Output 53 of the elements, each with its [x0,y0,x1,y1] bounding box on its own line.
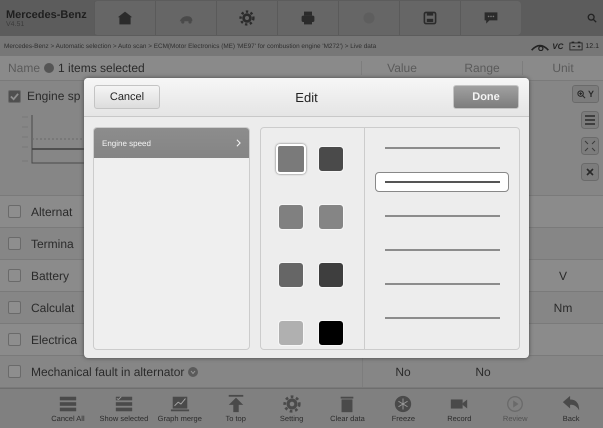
home-icon[interactable] [117,10,133,26]
printer-icon[interactable] [300,10,316,26]
app-title: Mercedes-Benz [6,8,88,20]
dialog-title: Edit [294,90,319,104]
dropdown-icon[interactable] [188,366,198,376]
checkbox[interactable] [8,365,21,378]
close-icon[interactable] [581,163,599,181]
battery-icon [569,41,584,51]
checkbox[interactable] [8,333,21,346]
vci-label: VC [552,42,564,50]
color-swatch[interactable] [278,320,304,346]
color-swatch[interactable] [278,204,304,230]
unit-label: V [558,268,567,282]
menu-icon[interactable] [581,111,599,129]
color-swatch[interactable] [278,262,304,288]
zoom-y-button[interactable]: Y [572,85,599,103]
checkbox[interactable] [8,90,21,102]
checkbox[interactable] [8,205,21,218]
done-button[interactable]: Done [453,85,519,109]
arrow-up-icon [226,394,246,414]
parameter-name: Termina [31,236,74,250]
parameter-name: Electrica [31,332,78,346]
line-chart-icon [170,394,190,414]
expand-icon[interactable] [581,137,599,155]
color-swatch[interactable] [318,262,344,288]
checkbox[interactable] [8,269,21,282]
checkbox[interactable] [8,301,21,314]
color-swatch[interactable] [318,320,344,346]
checkbox[interactable] [8,237,21,250]
color-swatch[interactable] [318,146,344,172]
settings-icon[interactable] [239,10,255,26]
snowflake-icon [393,394,414,414]
settings-icon [282,394,302,414]
parameter-list-item[interactable]: Engine speed [94,128,249,158]
parameter-name: Alternat [31,204,72,218]
unit-label: Nm [554,300,572,314]
search-icon[interactable] [587,13,597,23]
parameter-name: Battery [31,268,70,282]
line-style-option[interactable] [375,172,509,192]
selection-count: 1 items selected [58,61,145,75]
parameter-name: Mechanical fault in alternator [31,364,184,378]
color-swatch[interactable] [318,204,344,230]
data-value: No [395,364,411,378]
checklist-icon [114,394,134,414]
range-value: No [475,364,491,378]
parameter-name: Engine sp [27,89,80,103]
chat-bubble-icon[interactable] [483,10,499,26]
cancel-button[interactable]: Cancel [94,85,160,109]
list-icon [58,394,78,414]
zoom-in-icon [576,90,586,98]
info-icon [44,63,54,73]
parameter-name: Calculat [31,300,74,314]
chevron-right-icon [236,139,241,147]
